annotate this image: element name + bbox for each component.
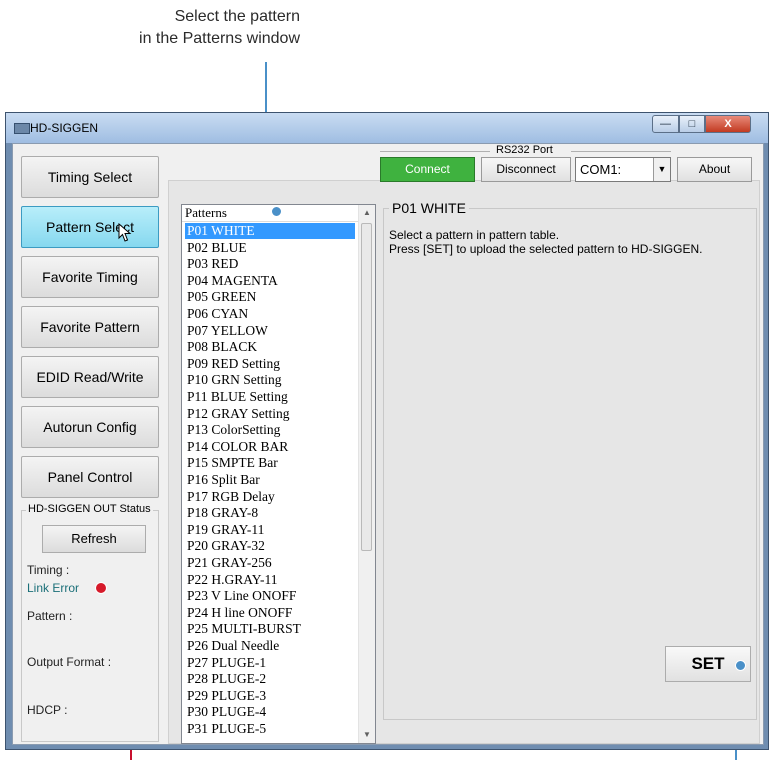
patterns-callout-dot bbox=[271, 206, 282, 217]
app-icon bbox=[14, 123, 30, 134]
maximize-button[interactable]: □ bbox=[679, 115, 705, 133]
pattern-list-item[interactable]: P02 BLUE bbox=[185, 240, 355, 256]
pattern-list-item[interactable]: P25 MULTI-BURST bbox=[185, 621, 355, 637]
pattern-list-item[interactable]: P18 GRAY-8 bbox=[185, 505, 355, 521]
close-button[interactable]: X bbox=[705, 115, 751, 133]
detail-line-1: Select a pattern in pattern table. bbox=[389, 228, 560, 242]
pattern-list-item[interactable]: P29 PLUGE-3 bbox=[185, 688, 355, 704]
mouse-cursor-icon bbox=[118, 223, 132, 242]
pattern-list-item[interactable]: P09 RED Setting bbox=[185, 356, 355, 372]
pattern-list-item[interactable]: P12 GRAY Setting bbox=[185, 406, 355, 422]
pattern-list-item[interactable]: P27 PLUGE-1 bbox=[185, 655, 355, 671]
pattern-list-item[interactable]: P28 PLUGE-2 bbox=[185, 671, 355, 687]
window-title: HD-SIGGEN bbox=[30, 121, 99, 135]
pattern-list-item[interactable]: P14 COLOR BAR bbox=[185, 439, 355, 455]
minimize-button[interactable]: — bbox=[652, 115, 679, 133]
title-bar[interactable]: HD-SIGGEN — □ X bbox=[6, 113, 768, 143]
vertical-scrollbar[interactable]: ▲ ▼ bbox=[358, 205, 375, 743]
rs232-divider-left bbox=[380, 151, 490, 152]
annotation-line-2: in the Patterns window bbox=[139, 30, 300, 47]
pattern-list-item[interactable]: P23 V Line ONOFF bbox=[185, 588, 355, 604]
edid-read-write-button[interactable]: EDID Read/Write bbox=[21, 356, 159, 398]
detail-line-2: Press [SET] to upload the selected patte… bbox=[389, 242, 703, 256]
refresh-button[interactable]: Refresh bbox=[42, 525, 146, 553]
pattern-list-item[interactable]: P07 YELLOW bbox=[185, 323, 355, 339]
client-area: Timing Select Pattern Select Favorite Ti… bbox=[12, 143, 764, 745]
patterns-listbox[interactable]: Patterns P01 WHITE P02 BLUE P03 RED P04 MAG… bbox=[181, 204, 376, 744]
rs232-port-label: RS232 Port bbox=[493, 144, 556, 156]
timing-label: Timing : bbox=[27, 563, 70, 577]
pattern-list-item[interactable]: P19 GRAY-11 bbox=[185, 522, 355, 538]
pattern-list-item[interactable]: P20 GRAY-32 bbox=[185, 538, 355, 554]
pattern-list-item[interactable]: P15 SMPTE Bar bbox=[185, 455, 355, 471]
pattern-list-item[interactable]: P11 BLUE Setting bbox=[185, 389, 355, 405]
scroll-down-icon[interactable]: ▼ bbox=[359, 727, 375, 743]
scroll-up-icon[interactable]: ▲ bbox=[359, 205, 375, 221]
pattern-list-item[interactable]: P26 Dual Needle bbox=[185, 638, 355, 654]
output-status-group: HD-SIGGEN OUT Status Refresh Timing : Li… bbox=[21, 503, 159, 742]
connect-button[interactable]: Connect bbox=[380, 157, 475, 182]
pattern-list-item[interactable]: P30 PLUGE-4 bbox=[185, 704, 355, 720]
pattern-list-item[interactable]: P04 MAGENTA bbox=[185, 273, 355, 289]
pattern-select-button[interactable]: Pattern Select bbox=[21, 206, 159, 248]
status-callout-dot bbox=[95, 582, 107, 594]
status-group-title: HD-SIGGEN OUT Status bbox=[26, 503, 153, 515]
favorite-pattern-button[interactable]: Favorite Pattern bbox=[21, 306, 159, 348]
annotation-line-1: Select the pattern bbox=[174, 8, 300, 25]
about-button[interactable]: About bbox=[677, 157, 752, 182]
annotation-text: Select the pattern in the Patterns windo… bbox=[40, 6, 300, 50]
pattern-list-item[interactable]: P03 RED bbox=[185, 256, 355, 272]
hdcp-label: HDCP : bbox=[27, 703, 68, 717]
detail-title: P01 WHITE bbox=[389, 200, 469, 216]
favorite-timing-button[interactable]: Favorite Timing bbox=[21, 256, 159, 298]
pattern-detail-group: P01 WHITE Select a pattern in pattern ta… bbox=[383, 200, 763, 720]
autorun-config-button[interactable]: Autorun Config bbox=[21, 406, 159, 448]
chevron-down-icon[interactable]: ▼ bbox=[653, 158, 670, 181]
com-port-value: COM1: bbox=[580, 162, 622, 177]
pattern-list-item[interactable]: P08 BLACK bbox=[185, 339, 355, 355]
pattern-list-item[interactable]: P06 CYAN bbox=[185, 306, 355, 322]
pattern-list-item[interactable]: P13 ColorSetting bbox=[185, 422, 355, 438]
timing-select-button[interactable]: Timing Select bbox=[21, 156, 159, 198]
set-label: SET bbox=[691, 654, 725, 673]
pattern-list-item[interactable]: P05 GREEN bbox=[185, 289, 355, 305]
rs232-divider-right bbox=[571, 151, 671, 152]
set-callout-dot bbox=[735, 660, 746, 671]
pattern-label: Pattern : bbox=[27, 609, 73, 623]
detail-border bbox=[383, 208, 757, 720]
output-format-label: Output Format : bbox=[27, 655, 112, 669]
pattern-list-item[interactable]: P10 GRN Setting bbox=[185, 372, 355, 388]
pattern-list-item[interactable]: P22 H.GRAY-11 bbox=[185, 572, 355, 588]
app-window: HD-SIGGEN — □ X Timing Select Pattern Se… bbox=[5, 112, 769, 750]
pattern-list-item[interactable]: P16 Split Bar bbox=[185, 472, 355, 488]
com-port-select[interactable]: COM1: ▼ bbox=[575, 157, 671, 182]
pattern-list-item[interactable]: P31 PLUGE-5 bbox=[185, 721, 355, 737]
pattern-list-item[interactable]: P17 RGB Delay bbox=[185, 489, 355, 505]
pattern-list-item[interactable]: P24 H line ONOFF bbox=[185, 605, 355, 621]
scroll-thumb[interactable] bbox=[361, 223, 372, 551]
timing-value: Link Error bbox=[27, 581, 80, 595]
disconnect-button[interactable]: Disconnect bbox=[481, 157, 571, 182]
pattern-list-item[interactable]: P21 GRAY-256 bbox=[185, 555, 355, 571]
pattern-list-item[interactable]: P01 WHITE bbox=[185, 223, 355, 239]
panel-control-button[interactable]: Panel Control bbox=[21, 456, 159, 498]
